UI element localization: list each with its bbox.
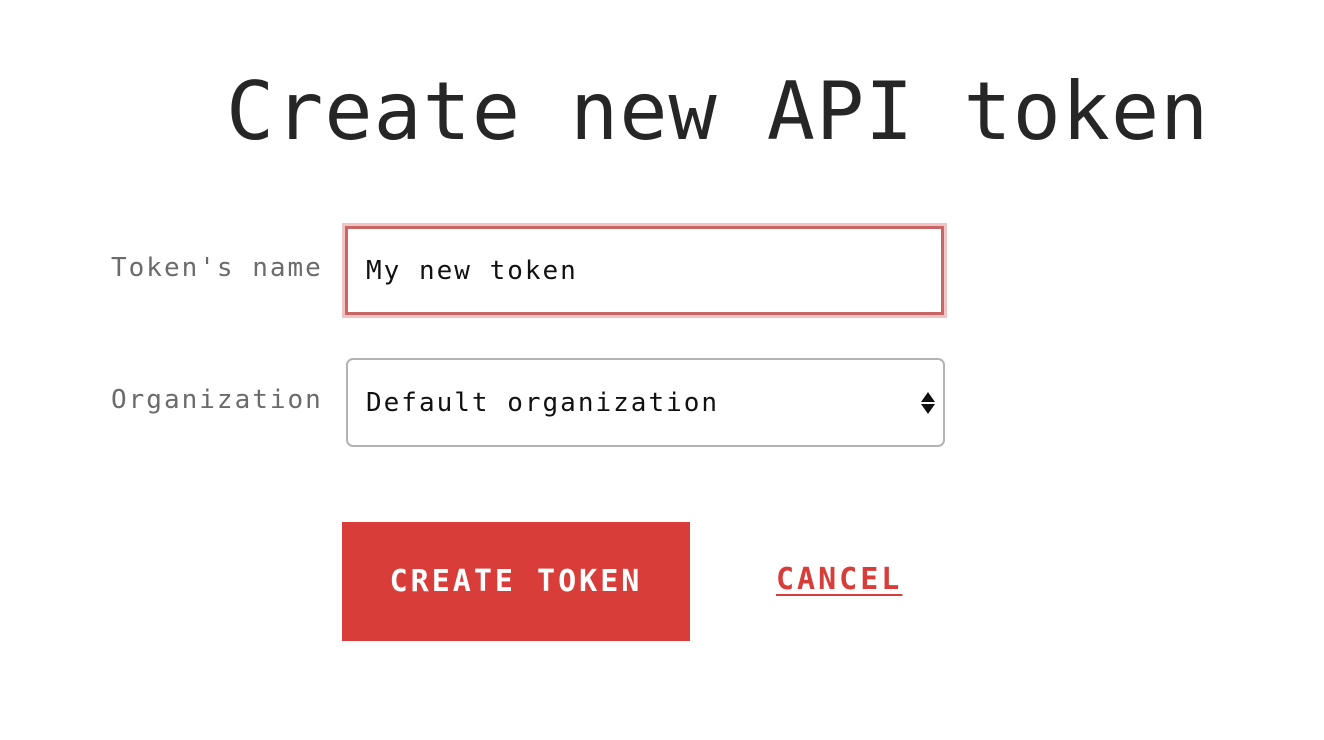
organization-label: Organization (111, 385, 323, 415)
organization-selected-value: Default organization (366, 387, 720, 418)
create-token-button[interactable]: CREATE TOKEN (342, 522, 690, 641)
organization-select[interactable]: Default organization (346, 358, 945, 447)
token-name-label: Token's name (111, 253, 323, 283)
cancel-link[interactable]: CANCEL (776, 562, 902, 597)
page-title: Create new API token (226, 65, 1210, 158)
token-name-input[interactable] (345, 226, 944, 315)
select-arrows-icon (921, 392, 935, 414)
